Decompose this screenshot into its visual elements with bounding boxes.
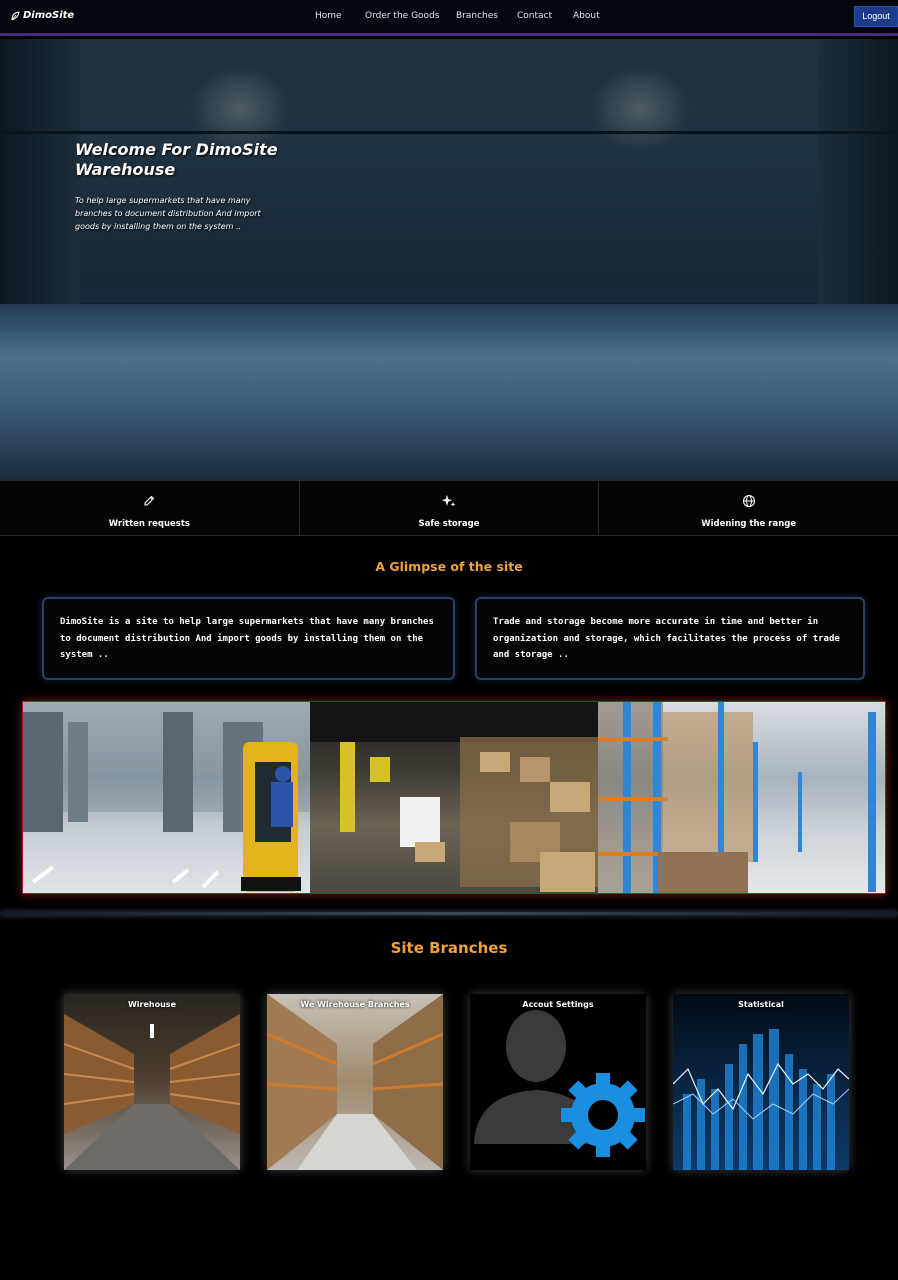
branch-card-account-settings[interactable]: Accout Settings xyxy=(470,994,646,1170)
brand-logo[interactable]: DimoSite xyxy=(10,10,74,21)
feature-widening-range: Widening the range xyxy=(599,481,898,535)
nav-link-order-goods[interactable]: Order the Goods xyxy=(365,11,456,21)
branch-card-statistical[interactable]: Statistical xyxy=(673,994,849,1170)
branches-title: Site Branches xyxy=(390,939,508,957)
hero-title: Welcome For DimoSite Warehouse xyxy=(75,140,278,179)
hero-banner: Welcome For DimoSite Warehouse To help l… xyxy=(0,39,898,480)
branch-card-label: Wirehouse xyxy=(127,1000,176,1009)
logout-button[interactable]: Logout xyxy=(854,6,898,27)
info-box-left: DimoSite is a site to help large superma… xyxy=(42,597,455,680)
hero-rail xyxy=(0,131,898,134)
feature-safe-storage: Safe storage xyxy=(300,481,600,535)
info-box-right: Trade and storage become more accurate i… xyxy=(475,597,865,680)
branch-card-we-wirehouse-branches[interactable]: We Wirehouse Branches xyxy=(267,994,443,1170)
branch-card-label: Accout Settings xyxy=(522,1000,594,1009)
branch-card-label: We Wirehouse Branches xyxy=(300,1000,410,1009)
glimpse-title: A Glimpse of the site xyxy=(375,559,523,574)
globe-icon xyxy=(742,494,755,508)
branch-card-wirehouse[interactable]: Wirehouse xyxy=(64,994,240,1170)
gear-icon xyxy=(561,1073,645,1157)
banner-image-blue-shelves xyxy=(597,702,885,893)
section-divider xyxy=(0,912,898,915)
branch-card-label: Statistical xyxy=(738,1000,784,1009)
pencil-icon xyxy=(144,495,155,506)
warehouse-banner xyxy=(22,701,886,894)
hero-floor xyxy=(0,304,898,480)
hero-wall-left xyxy=(0,39,80,304)
top-navbar: DimoSite Home Order the Goods Branches C… xyxy=(0,0,898,36)
feature-written-requests: Written requests xyxy=(0,481,300,535)
hero-subtitle: To help large supermarkets that have man… xyxy=(75,196,261,231)
feature-label: Safe storage xyxy=(418,519,480,529)
nav-link-about[interactable]: About xyxy=(573,11,600,21)
sparkles-icon xyxy=(442,495,456,507)
brand-name: DimoSite xyxy=(23,10,75,21)
nav-link-contact[interactable]: Contact xyxy=(517,11,573,21)
hero-wall-right xyxy=(818,39,898,304)
nav-link-branches[interactable]: Branches xyxy=(456,11,517,21)
leaf-icon xyxy=(11,10,20,20)
banner-image-warehouse-floor xyxy=(310,702,598,893)
banner-image-forklift-aisle xyxy=(23,702,311,893)
nav-links: Home Order the Goods Branches Contact Ab… xyxy=(315,11,600,21)
features-bar: Written requests Safe storage Widening t… xyxy=(0,480,898,536)
feature-label: Widening the range xyxy=(701,519,797,529)
nav-link-home[interactable]: Home xyxy=(315,11,365,21)
feature-label: Written requests xyxy=(108,519,190,529)
